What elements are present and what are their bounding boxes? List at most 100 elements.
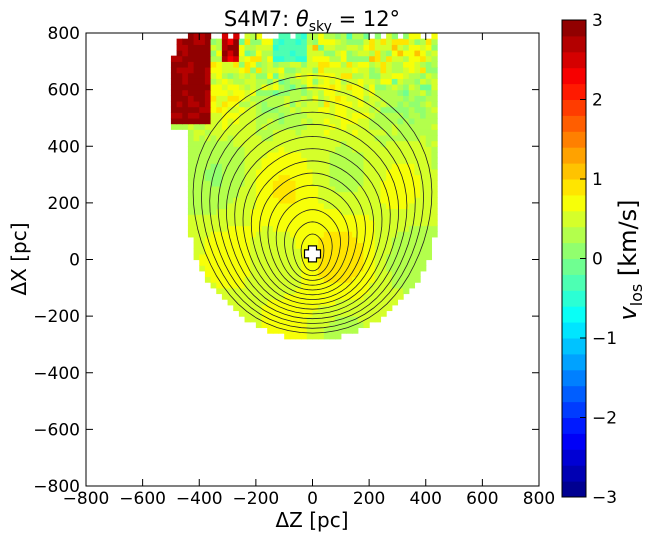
heatmap-cell: [170, 83, 178, 91]
heatmap-cell: [306, 151, 314, 159]
heatmap-cell: [391, 163, 399, 170]
heatmap-cell: [397, 44, 404, 51]
heatmap-cell: [420, 214, 427, 221]
heatmap-cell: [329, 321, 336, 329]
heatmap-cell: [363, 219, 370, 227]
colorbar-label: vlos [km/s]: [614, 199, 646, 320]
heatmap-cell: [227, 100, 234, 108]
heatmap-cell: [204, 123, 212, 130]
heatmap-cell: [340, 225, 348, 232]
heatmap-cell: [238, 151, 246, 159]
heatmap-cell: [193, 236, 200, 244]
heatmap-cell: [391, 134, 399, 142]
heatmap-cell: [227, 214, 234, 221]
heatmap-cell: [380, 38, 387, 45]
heatmap-cell: [391, 299, 399, 306]
heatmap-cell: [340, 83, 348, 91]
heatmap-cell: [335, 231, 342, 238]
heatmap-cell: [187, 163, 195, 170]
heatmap-cell: [176, 106, 183, 113]
heatmap-cell: [199, 214, 206, 221]
heatmap-cell: [301, 66, 308, 74]
heatmap-cell: [267, 89, 274, 96]
heatmap-cell: [369, 168, 376, 176]
heatmap-cell: [403, 89, 410, 96]
heatmap-cell: [312, 333, 319, 340]
heatmap-cell: [408, 89, 416, 96]
heatmap-cell: [403, 146, 410, 153]
heatmap-cell: [278, 236, 285, 244]
heatmap-cell: [255, 61, 263, 68]
heatmap-cell: [346, 236, 353, 244]
heatmap-cell: [374, 146, 382, 153]
colorbar-segment: [562, 401, 586, 418]
heatmap-cell: [363, 61, 370, 68]
heatmap-cell: [289, 168, 297, 176]
heatmap-cell: [318, 214, 325, 221]
heatmap-cell: [397, 66, 404, 74]
colorbar-segment: [562, 20, 586, 37]
heatmap-cell: [233, 38, 240, 45]
heatmap-cell: [374, 83, 382, 91]
heatmap-cell: [204, 129, 212, 136]
heatmap-cell: [216, 100, 223, 108]
heatmap-cell: [425, 38, 433, 45]
heatmap-cell: [323, 129, 331, 136]
heatmap-cell: [199, 95, 206, 102]
heatmap-cell: [323, 106, 331, 113]
heatmap-cell: [301, 316, 308, 323]
heatmap-cell: [335, 168, 342, 176]
colorbar-segment: [562, 385, 586, 403]
heatmap-cell: [295, 140, 302, 147]
heatmap-cell: [216, 61, 223, 68]
heatmap-cell: [267, 327, 274, 334]
heatmap-cell: [357, 61, 365, 68]
heatmap-cell: [255, 225, 263, 232]
heatmap-cell: [369, 112, 376, 119]
heatmap-cell: [244, 202, 251, 210]
heatmap-cell: [187, 66, 195, 74]
heatmap-cell: [221, 49, 229, 57]
heatmap-cell: [295, 55, 302, 62]
heatmap-cell: [210, 106, 217, 113]
heatmap-cell: [397, 151, 404, 159]
heatmap-cell: [216, 112, 223, 119]
heatmap-cell: [193, 61, 200, 68]
heatmap-cell: [227, 49, 234, 57]
heatmap-cell: [278, 49, 285, 57]
heatmap-cell: [238, 197, 246, 204]
heatmap-cell: [284, 106, 291, 113]
heatmap-cell: [386, 180, 393, 187]
heatmap-cell: [414, 185, 421, 193]
heatmap-cell: [193, 253, 200, 261]
heatmap-cell: [221, 231, 229, 238]
heatmap-cell: [289, 106, 297, 113]
heatmap-cell: [431, 78, 438, 85]
heatmap-cell: [199, 106, 206, 113]
heatmap-cell: [244, 134, 251, 142]
heatmap-cell: [329, 333, 336, 340]
heatmap-cell: [261, 191, 268, 198]
heatmap-cell: [431, 49, 438, 57]
heatmap-cell: [346, 185, 353, 193]
heatmap-cell: [329, 117, 336, 125]
heatmap-cell: [391, 44, 399, 51]
heatmap-cell: [278, 180, 285, 187]
heatmap-cell: [363, 66, 370, 74]
heatmap-cell: [346, 180, 353, 187]
heatmap-cell: [357, 146, 365, 153]
heatmap-cell: [425, 236, 433, 244]
heatmap-cell: [374, 225, 382, 232]
heatmap-cell: [312, 270, 319, 278]
heatmap-cell: [386, 33, 393, 40]
heatmap-cell: [176, 38, 183, 45]
y-tick-label: −400: [33, 364, 80, 384]
colorbar-tick-label: 2: [592, 91, 603, 111]
heatmap-cell: [346, 214, 353, 221]
heatmap-cell: [267, 72, 274, 79]
heatmap-cell: [187, 214, 195, 221]
heatmap-cell: [255, 49, 263, 57]
heatmap-cell: [295, 66, 302, 74]
heatmap-cell: [233, 55, 240, 62]
heatmap-cell: [289, 157, 297, 164]
